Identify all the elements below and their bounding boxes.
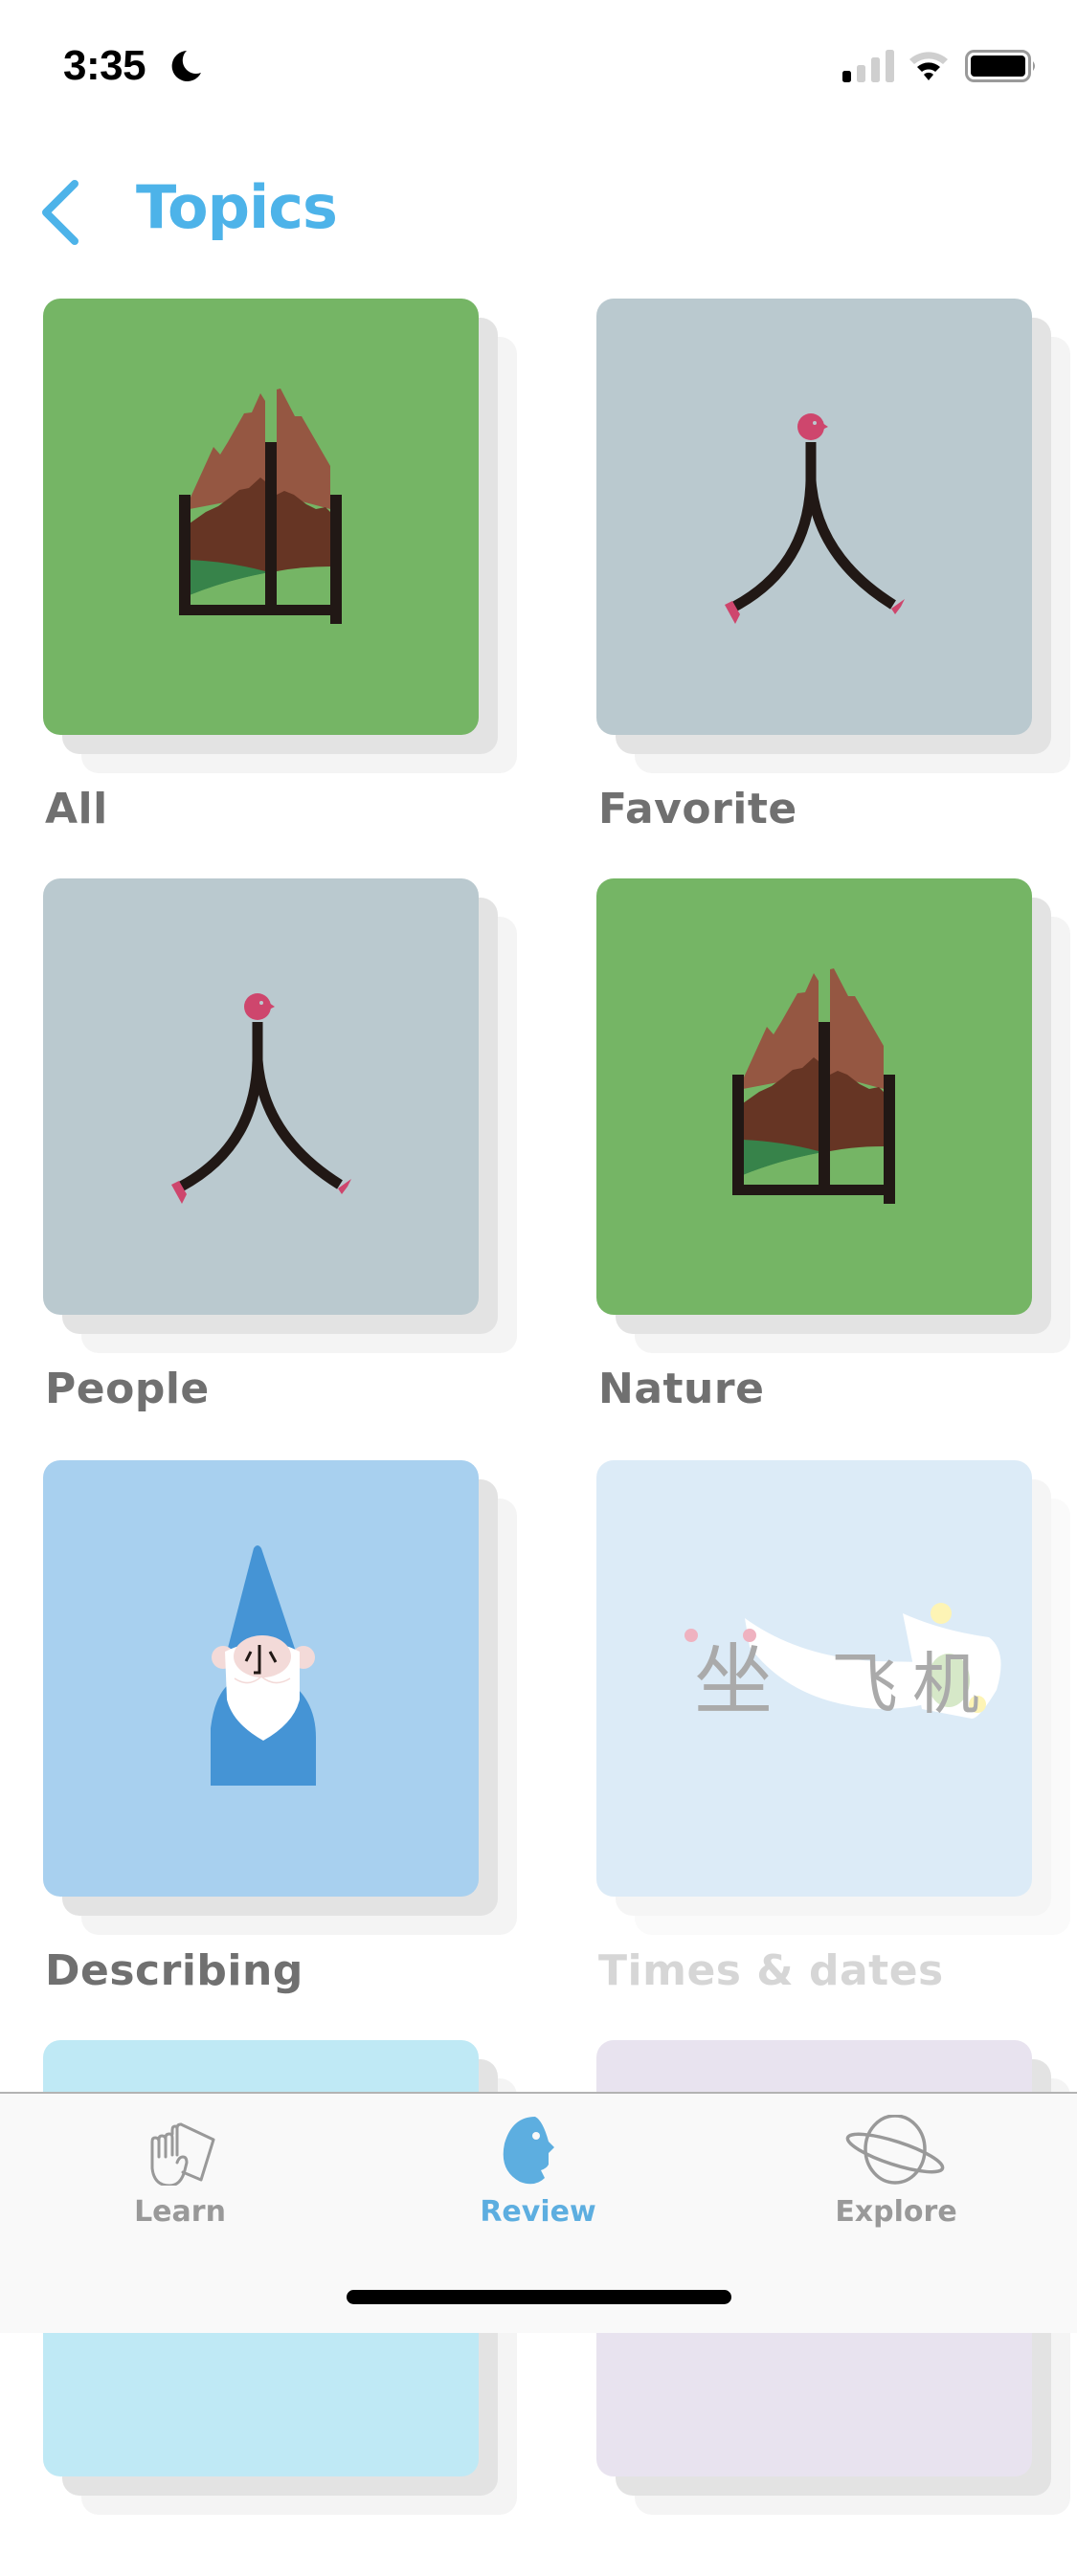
character-glyph: 飞 — [831, 1645, 898, 1723]
topic-tile-favorite[interactable]: Favorite — [596, 299, 1075, 834]
character-glyph: 坐 — [694, 1635, 773, 1726]
back-button[interactable] — [36, 176, 86, 249]
mountain-character-icon — [732, 968, 895, 1204]
airplane-characters-icon: 坐 飞 机 — [684, 1603, 1001, 1726]
topic-label: All — [45, 785, 108, 833]
person-character-icon — [725, 413, 905, 624]
face-profile-icon — [503, 2117, 554, 2185]
topic-card[interactable] — [43, 878, 479, 1315]
topic-tile-times-dates[interactable]: 坐 飞 机 Times & dates — [596, 1460, 1075, 1996]
wifi-icon — [909, 52, 948, 80]
person-character-icon — [171, 993, 351, 1204]
moon-icon — [171, 51, 201, 81]
tab-explore[interactable]: Explore — [752, 2094, 1040, 2256]
hand-card-icon — [150, 2122, 215, 2186]
planet-icon — [845, 2115, 945, 2185]
topic-tile-describing[interactable]: Describing — [43, 1460, 522, 1996]
topic-label: Nature — [598, 1365, 765, 1413]
topic-card[interactable] — [43, 1460, 479, 1897]
topic-card[interactable]: 坐 飞 机 — [596, 1460, 1032, 1897]
page-title: Topics — [136, 172, 338, 242]
topic-label: Describing — [45, 1946, 303, 1995]
topic-tile-nature[interactable]: Nature — [596, 878, 1075, 1414]
topic-card[interactable] — [596, 878, 1032, 1315]
battery-icon — [965, 50, 1035, 82]
topic-label: People — [45, 1365, 210, 1413]
status-time: 3:35 — [63, 42, 146, 89]
topic-tile-people[interactable]: People — [43, 878, 522, 1414]
tab-label: Explore — [835, 2195, 957, 2229]
mountain-character-icon — [179, 389, 342, 624]
topic-label: Favorite — [598, 785, 797, 833]
topic-card[interactable] — [596, 299, 1032, 735]
tab-label: Review — [480, 2195, 596, 2229]
topic-tile-all[interactable]: All — [43, 299, 522, 834]
signal-icon — [842, 50, 894, 82]
tab-learn[interactable]: Learn — [36, 2094, 324, 2256]
tab-review[interactable]: Review — [394, 2094, 682, 2256]
tab-label: Learn — [134, 2195, 226, 2229]
home-indicator[interactable] — [347, 2290, 731, 2304]
topic-card[interactable] — [43, 299, 479, 735]
topic-label: Times & dates — [598, 1946, 944, 1995]
character-glyph: 机 — [912, 1645, 979, 1723]
gnome-small-character-icon — [211, 1545, 316, 1786]
chevron-left-icon — [42, 180, 79, 245]
